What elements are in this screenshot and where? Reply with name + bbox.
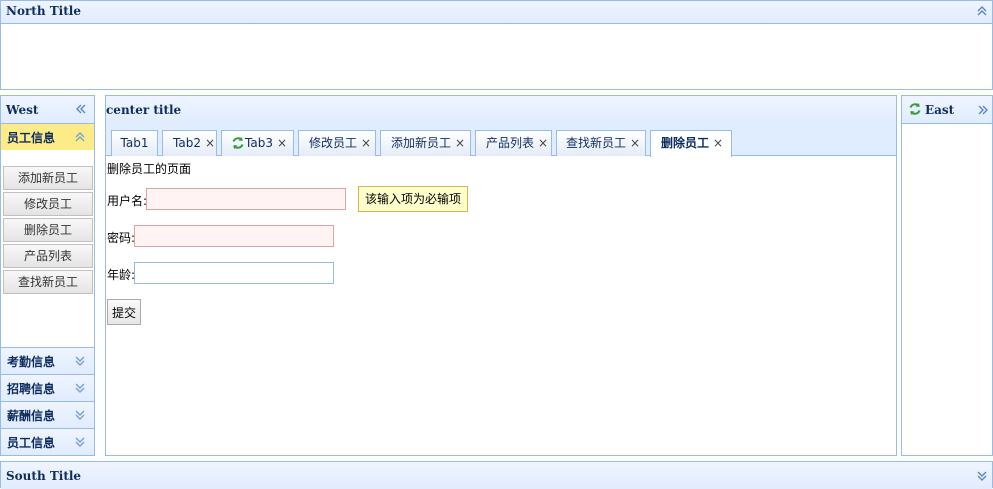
- close-icon[interactable]: ×: [205, 136, 215, 150]
- tab-label: Tab1: [120, 136, 149, 150]
- close-icon[interactable]: ×: [538, 136, 548, 150]
- menu-product-list[interactable]: 产品列表: [3, 244, 93, 268]
- collapse-down-icon[interactable]: [976, 470, 988, 484]
- east-title: East: [925, 103, 955, 117]
- west-title: West: [6, 103, 39, 117]
- age-label: 年龄:: [107, 268, 136, 282]
- collapse-left-icon[interactable]: [75, 103, 87, 117]
- accordion-title: 员工信息: [7, 436, 56, 450]
- collapse-right-icon[interactable]: [977, 104, 989, 118]
- accordion-title: 薪酬信息: [7, 409, 56, 423]
- south-title: South Title: [6, 469, 82, 483]
- username-label: 用户名:: [107, 194, 148, 208]
- required-tooltip: 该输入项为必输项: [358, 186, 469, 212]
- west-panel-header: West: [1, 96, 94, 124]
- accordion-header-salary[interactable]: 薪酬信息: [1, 401, 94, 428]
- close-icon[interactable]: ×: [277, 136, 287, 150]
- south-panel-header: South Title: [1, 462, 992, 489]
- refresh-icon[interactable]: [908, 102, 922, 116]
- tab-label: Tab2: [173, 136, 201, 150]
- east-panel: East: [901, 95, 993, 456]
- password-label: 密码:: [107, 231, 136, 245]
- accordion-header-recruitment[interactable]: 招聘信息: [1, 374, 94, 401]
- north-title: North Title: [6, 4, 81, 18]
- tab-2[interactable]: Tab2 ×: [162, 130, 217, 156]
- tab-label: 删除员工: [661, 136, 710, 150]
- chevron-up-icon[interactable]: [74, 131, 86, 145]
- tab-delete-employee[interactable]: 删除员工 ×: [650, 130, 732, 157]
- submit-button[interactable]: 提交: [107, 299, 141, 325]
- collapse-up-icon[interactable]: [976, 5, 988, 19]
- chevron-down-icon[interactable]: [74, 382, 86, 396]
- accordion-header-employee-info[interactable]: 员工信息: [1, 123, 94, 150]
- accordion-header-attendance[interactable]: 考勤信息: [1, 347, 94, 374]
- north-panel-header: North Title: [1, 1, 992, 24]
- south-panel: South Title: [0, 461, 993, 489]
- chevron-down-icon[interactable]: [74, 355, 86, 369]
- tab-add-employee[interactable]: 添加新员工 ×: [380, 130, 471, 156]
- tab-label: 添加新员工: [391, 136, 452, 150]
- tab-strip: Tab1 Tab2 × Tab3 × 修改员工 × 添加新员工 × 产品列表 × 查找新员…: [106, 123, 896, 157]
- close-icon[interactable]: ×: [455, 136, 465, 150]
- chevron-down-icon[interactable]: [74, 409, 86, 423]
- tab-label: Tab3: [245, 136, 273, 150]
- north-panel: North Title: [0, 0, 993, 90]
- menu-find-employee[interactable]: 查找新员工: [3, 270, 93, 294]
- accordion-title: 招聘信息: [7, 382, 56, 396]
- menu-add-employee[interactable]: 添加新员工: [3, 166, 93, 190]
- page-heading: 删除员工的页面: [107, 162, 192, 176]
- accordion-header-employee-info-2[interactable]: 员工信息: [1, 428, 94, 455]
- center-panel-header: center title: [106, 96, 896, 124]
- accordion-active-title: 员工信息: [7, 131, 56, 145]
- tab-product-list[interactable]: 产品列表 ×: [475, 130, 552, 156]
- center-panel: center title Tab1 Tab2 × Tab3 × 修改员工 × 添加新员…: [105, 95, 897, 456]
- menu-edit-employee[interactable]: 修改员工: [3, 192, 93, 216]
- accordion-title: 考勤信息: [7, 355, 56, 369]
- username-input[interactable]: [146, 188, 346, 210]
- close-icon[interactable]: ×: [630, 136, 640, 150]
- close-icon[interactable]: ×: [713, 136, 723, 150]
- east-panel-header: East: [902, 96, 992, 124]
- tab-label: 查找新员工: [566, 136, 627, 150]
- center-title: center title: [106, 103, 182, 117]
- tab-label: 产品列表: [486, 136, 535, 150]
- menu-delete-employee[interactable]: 删除员工: [3, 218, 93, 242]
- tab-label: 修改员工: [309, 136, 358, 150]
- password-input[interactable]: [134, 225, 334, 247]
- refresh-icon: [231, 134, 245, 149]
- close-icon[interactable]: ×: [361, 136, 371, 150]
- west-panel: West 员工信息 添加新员工 修改员工 删除员工 产品列表 查找新员工 考勤信…: [0, 95, 95, 456]
- tab-edit-employee[interactable]: 修改员工 ×: [298, 130, 376, 156]
- tab-find-employee[interactable]: 查找新员工 ×: [556, 130, 646, 156]
- tab-3[interactable]: Tab3 ×: [221, 130, 294, 156]
- tab-1[interactable]: Tab1: [111, 130, 158, 156]
- chevron-down-icon[interactable]: [74, 436, 86, 450]
- age-input[interactable]: [134, 262, 334, 284]
